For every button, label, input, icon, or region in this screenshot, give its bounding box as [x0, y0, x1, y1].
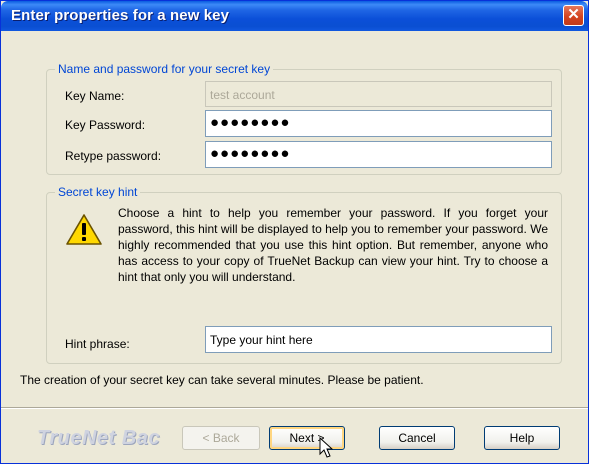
hint-description: Choose a hint to help you remember your …: [118, 206, 548, 284]
retype-password-label: Retype password:: [65, 149, 162, 163]
footer-separator: [1, 407, 588, 409]
key-password-label: Key Password:: [65, 118, 146, 132]
truenet-logo: TrueNet Bac: [37, 427, 160, 449]
close-icon: ✕: [567, 6, 580, 23]
help-button[interactable]: Help: [484, 426, 560, 450]
title-bar[interactable]: Enter properties for a new key ✕: [1, 1, 588, 31]
warning-icon: [66, 214, 102, 245]
key-password-field[interactable]: ●●●●●●●●: [205, 110, 552, 137]
cancel-button[interactable]: Cancel: [379, 426, 455, 450]
close-button[interactable]: ✕: [563, 5, 584, 26]
hint-legend: Secret key hint: [55, 185, 141, 199]
key-name-field[interactable]: test account: [205, 81, 552, 107]
credentials-legend: Name and password for your secret key: [55, 62, 274, 76]
back-button[interactable]: < Back: [182, 426, 260, 450]
hint-phrase-field[interactable]: Type your hint here: [205, 326, 552, 353]
dialog-window: Enter properties for a new key ✕ Name an…: [0, 0, 589, 464]
retype-password-field[interactable]: ●●●●●●●●: [205, 141, 552, 168]
mouse-pointer-icon: [319, 437, 333, 458]
next-button[interactable]: Next >: [269, 426, 345, 450]
dialog-title: Enter properties for a new key: [11, 7, 230, 24]
hint-phrase-label: Hint phrase:: [65, 337, 130, 351]
patience-note: The creation of your secret key can take…: [20, 373, 424, 387]
key-name-label: Key Name:: [65, 89, 125, 103]
